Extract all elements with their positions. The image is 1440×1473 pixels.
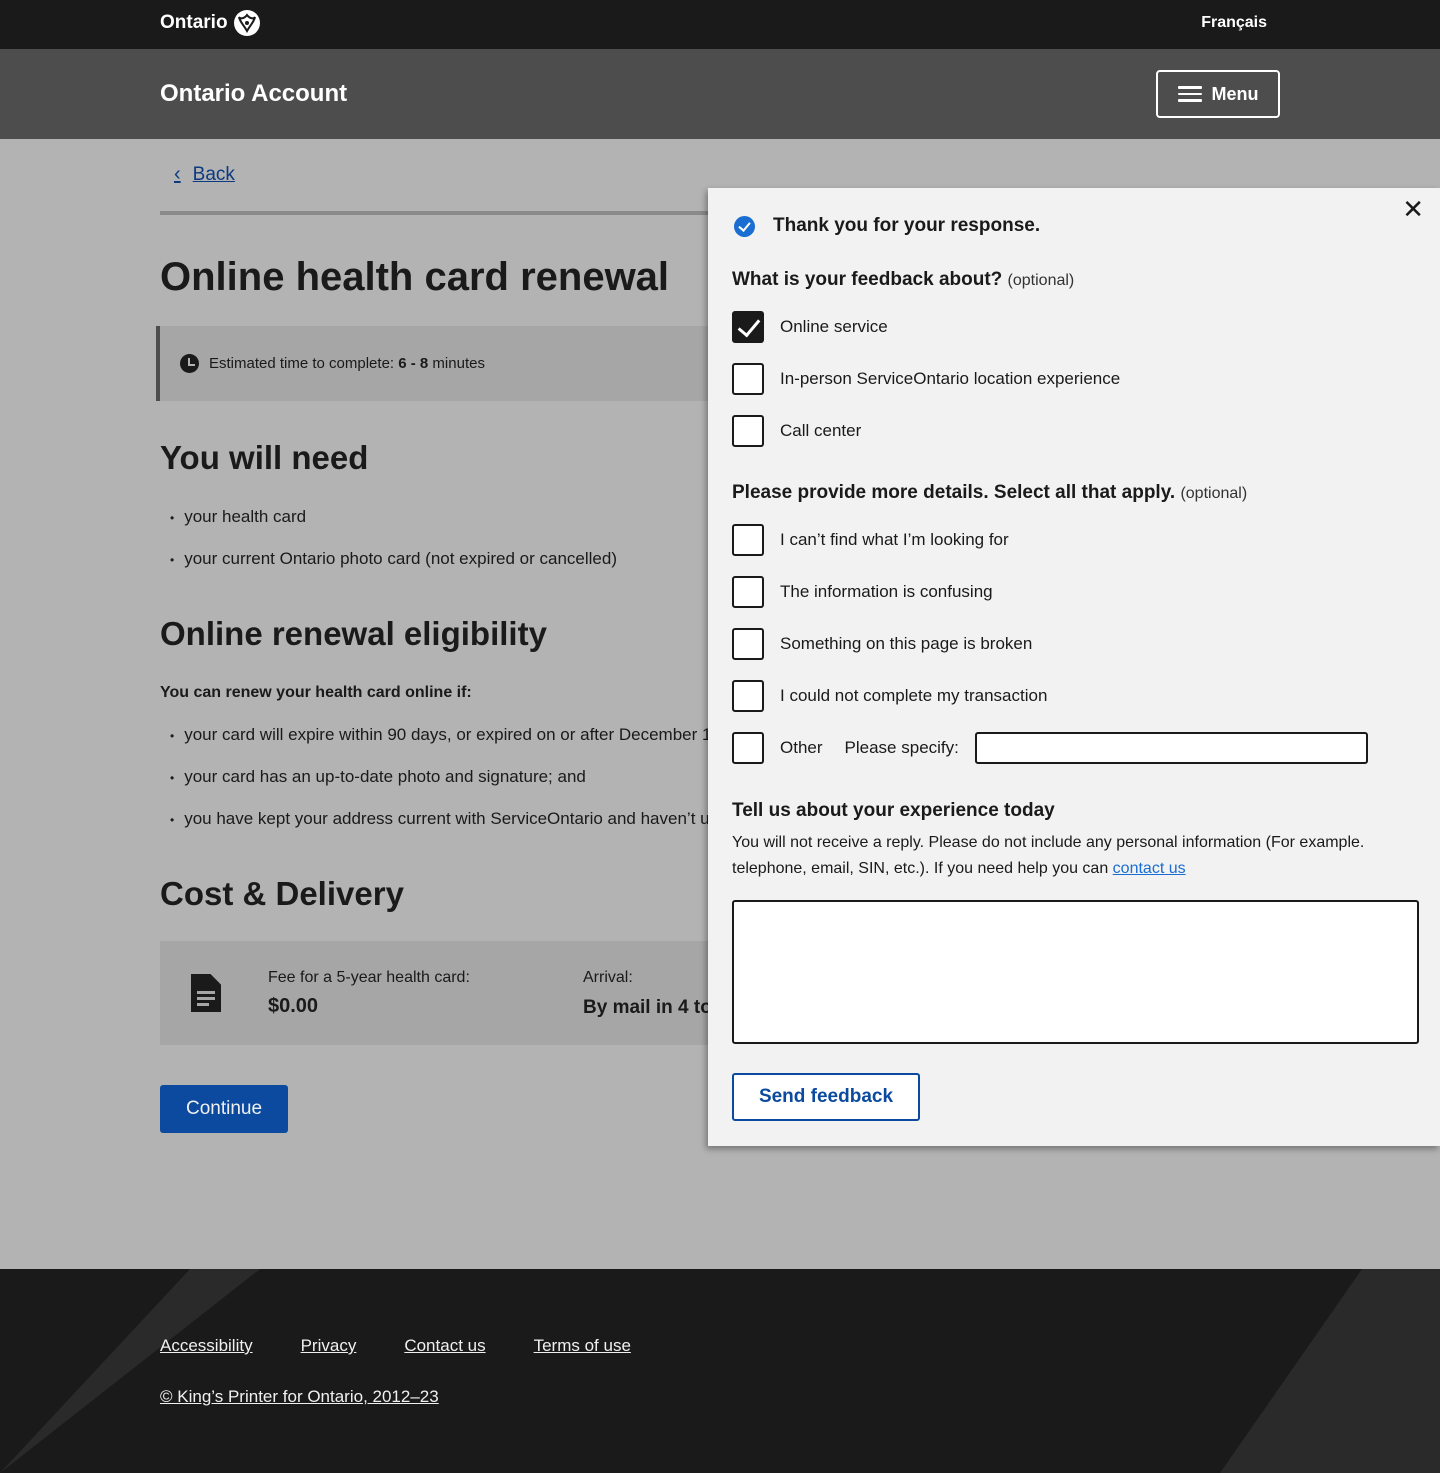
list-item: • your health card xyxy=(170,507,307,526)
menu-button[interactable]: Menu xyxy=(1156,70,1280,118)
footer-link-privacy[interactable]: Privacy xyxy=(301,1336,357,1356)
experience-textarea[interactable] xyxy=(732,900,1419,1044)
feedback-panel: ✕ Thank you for your response. What is y… xyxy=(708,188,1440,1146)
checkbox[interactable] xyxy=(732,311,764,343)
fee-value: $0.00 xyxy=(268,995,319,1017)
footer-link-accessibility[interactable]: Accessibility xyxy=(160,1336,253,1356)
document-icon xyxy=(191,974,221,1012)
checkbox[interactable] xyxy=(732,524,764,556)
checkbox-online-service[interactable]: Online service xyxy=(732,311,888,343)
time-callout: Estimated time to complete: 6 - 8 minute… xyxy=(156,326,716,401)
copyright-link[interactable]: © King’s Printer for Ontario, 2012–23 xyxy=(160,1387,439,1407)
continue-button[interactable]: Continue xyxy=(160,1085,288,1133)
specify-input[interactable] xyxy=(974,732,1368,764)
app-title[interactable]: Ontario Account xyxy=(160,80,347,108)
check-circle-icon xyxy=(734,215,755,237)
language-toggle-link[interactable]: Français xyxy=(1201,14,1267,32)
footer-links: Accessibility Privacy Contact us Terms o… xyxy=(160,1336,631,1356)
app-header: Ontario Account Menu xyxy=(0,49,1440,139)
checkbox[interactable] xyxy=(732,415,764,447)
thanks-text: Thank you for your response. xyxy=(773,215,1041,236)
fee-label: Fee for a 5-year health card: xyxy=(268,969,470,986)
arrival-label: Arrival: xyxy=(583,969,633,986)
checkbox-call-center[interactable]: Call center xyxy=(732,415,861,447)
cost-heading: Cost & Delivery xyxy=(160,875,404,912)
eligibility-heading: Online renewal eligibility xyxy=(160,615,547,652)
logo-text: Ontario xyxy=(160,12,228,33)
cost-summary: Fee for a 5-year health card: $0.00 Arri… xyxy=(160,941,720,1045)
ontario-logo[interactable]: Ontario xyxy=(160,10,260,36)
list-item: • your card has an up-to-date photo and s… xyxy=(170,767,586,786)
checkbox[interactable] xyxy=(732,576,764,608)
checkbox-other[interactable]: Other Please specify: xyxy=(732,732,1368,764)
need-heading: You will need xyxy=(160,439,369,476)
checkbox-confusing[interactable]: The information is confusing xyxy=(732,576,993,608)
hamburger-icon xyxy=(1177,86,1202,102)
checkbox-not-complete[interactable]: I could not complete my transaction xyxy=(732,680,1047,712)
contact-us-link[interactable]: contact us xyxy=(1113,860,1186,877)
thanks-message: Thank you for your response. xyxy=(734,215,1040,237)
chevron-left-icon: ‹ xyxy=(174,163,181,185)
divider xyxy=(160,211,720,215)
checkbox[interactable] xyxy=(732,732,764,764)
checkbox-cant-find[interactable]: I can’t find what I’m looking for xyxy=(732,524,1009,556)
footer-link-contact[interactable]: Contact us xyxy=(404,1336,485,1356)
checkbox[interactable] xyxy=(732,363,764,395)
close-icon[interactable]: ✕ xyxy=(1402,194,1424,225)
feedback-details-question: Please provide more details. Select all … xyxy=(732,482,1248,503)
page-title: Online health card renewal xyxy=(160,255,670,299)
list-item: • your card will expire within 90 days, o… xyxy=(170,725,712,744)
menu-label: Menu xyxy=(1211,83,1259,104)
trillium-icon xyxy=(233,10,260,36)
list-item: • your current Ontario photo card (not ex… xyxy=(170,549,617,568)
specify-label: Please specify: xyxy=(844,738,959,757)
top-bar: Ontario Français xyxy=(0,0,1440,49)
checkbox-broken[interactable]: Something on this page is broken xyxy=(732,628,1032,660)
checkbox[interactable] xyxy=(732,628,764,660)
footer-background xyxy=(0,1269,1440,1473)
footer: Accessibility Privacy Contact us Terms o… xyxy=(0,1269,1440,1473)
send-feedback-button[interactable]: Send feedback xyxy=(732,1073,920,1121)
feedback-topic-question: What is your feedback about? (optional) xyxy=(732,269,1075,290)
experience-title: Tell us about your experience today xyxy=(732,800,1055,821)
checkbox[interactable] xyxy=(732,680,764,712)
list-item: • you have kept your address current with… xyxy=(170,809,720,828)
back-label: Back xyxy=(192,163,235,185)
experience-description: You will not receive a reply. Please do … xyxy=(732,834,1365,877)
eligibility-lead: You can renew your health card online if… xyxy=(160,684,472,701)
callout-text: Estimated time to complete: 6 - 8 minute… xyxy=(209,355,485,372)
arrival-value: By mail in 4 to xyxy=(583,997,712,1018)
checkbox-in-person[interactable]: In-person ServiceOntario location experi… xyxy=(732,363,1120,395)
back-link[interactable]: ‹ Back xyxy=(174,163,235,186)
footer-link-terms[interactable]: Terms of use xyxy=(534,1336,631,1356)
clock-icon xyxy=(180,354,199,373)
